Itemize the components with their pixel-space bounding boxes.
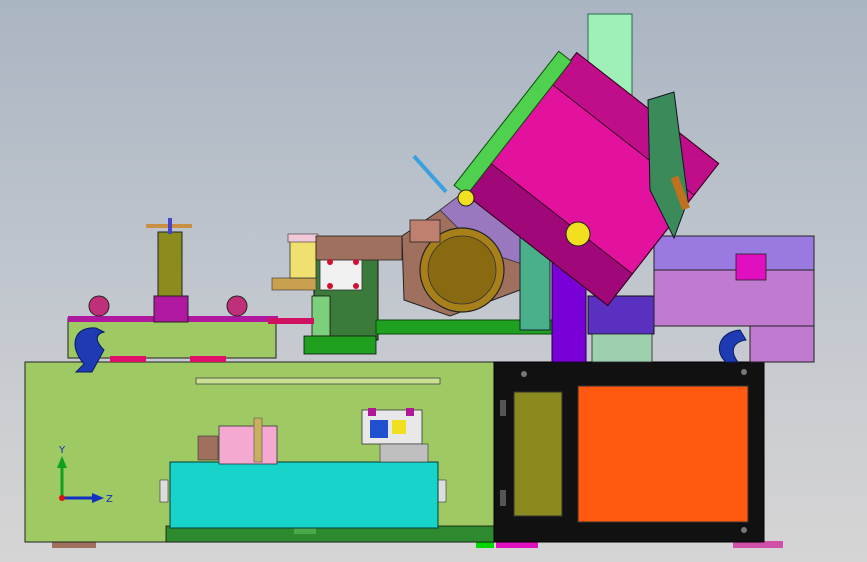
vise-yellow-spring	[289, 239, 317, 279]
cabinet-panel	[577, 385, 749, 523]
handle-knob	[457, 189, 475, 207]
cabinet-hinge-2	[500, 490, 506, 506]
clamp-base	[153, 295, 189, 323]
axis-triad: Y Z	[57, 445, 113, 505]
pump-flange	[197, 435, 219, 461]
z-axis-arrow	[92, 493, 104, 503]
cabinet-hinge	[500, 400, 506, 416]
vise-yellow-cap	[287, 233, 319, 243]
clip-left	[159, 479, 169, 503]
roller-wheel	[88, 295, 110, 317]
valve-yellow	[392, 420, 406, 434]
gearbox	[591, 333, 653, 363]
right-table-lower	[653, 269, 815, 327]
y-axis-label: Y	[58, 445, 66, 456]
cabinet-screw	[741, 527, 747, 533]
motor-face	[427, 235, 497, 305]
vise-lower	[303, 335, 377, 355]
vise-bolt	[327, 259, 333, 265]
origin-dot	[59, 495, 65, 501]
pump-box	[218, 425, 278, 465]
vise-slide	[271, 277, 317, 291]
clamp-stem	[168, 218, 172, 234]
motor-mount	[409, 219, 441, 243]
vise-bolt	[327, 283, 333, 289]
clamp-cylinder	[157, 231, 183, 299]
z-axis-label: Z	[106, 494, 113, 505]
cabinet-screw	[521, 371, 527, 377]
valve-top-magenta-2	[406, 408, 414, 416]
valve-top-magenta	[368, 408, 376, 416]
vise-bolt	[353, 283, 359, 289]
cabinet-screw	[741, 369, 747, 375]
cabinet-door	[513, 391, 563, 517]
vise-red-bar	[268, 318, 314, 324]
roller-table-pad	[190, 356, 226, 362]
vise-green-jaw	[311, 295, 331, 337]
roller-table-pad	[110, 356, 146, 362]
cad-viewport[interactable]: Y Z	[0, 0, 867, 562]
clip-right	[437, 479, 447, 503]
y-axis-arrow	[57, 456, 67, 468]
coolant-tank	[169, 461, 439, 529]
vise-back	[315, 235, 403, 261]
machine-assembly-model	[24, 13, 815, 548]
valve-blue	[370, 420, 388, 438]
right-table-foot	[749, 325, 815, 363]
purple-block	[587, 295, 655, 335]
pump-pipe	[253, 417, 263, 463]
right-table-block	[735, 253, 767, 281]
handle-arm	[412, 154, 448, 194]
vise-bolt	[353, 259, 359, 265]
roller-wheel	[226, 295, 248, 317]
hook-right	[718, 329, 747, 363]
blade-pivot-knob	[565, 221, 591, 247]
valve-base	[379, 443, 429, 463]
base-top-bar	[195, 377, 441, 385]
